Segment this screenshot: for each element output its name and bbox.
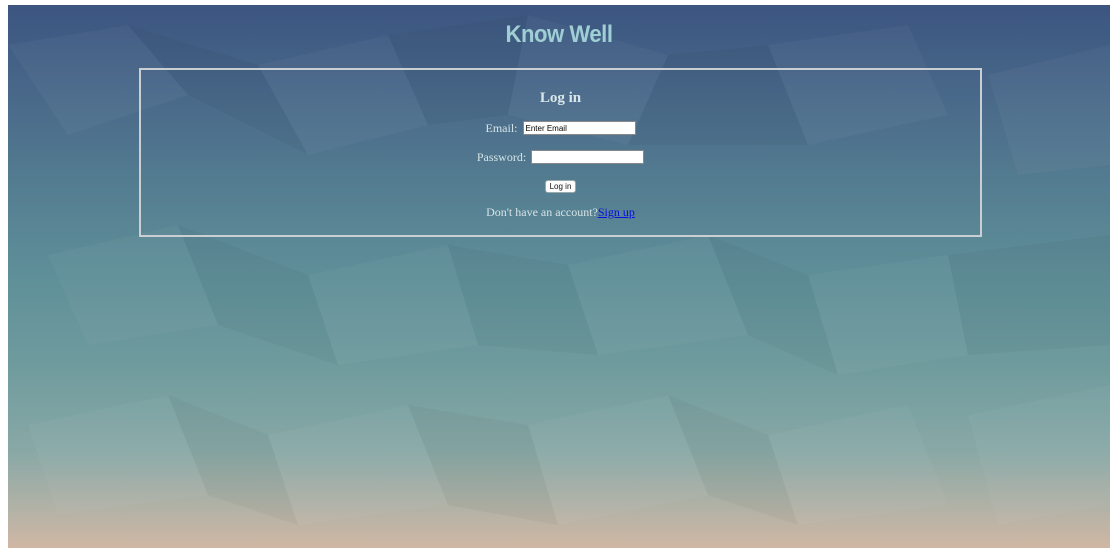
page-background: Know Well Log in Email: Password: Log in… [8, 5, 1110, 548]
password-row: Password: [141, 149, 980, 165]
password-label: Password: [476, 149, 527, 164]
login-panel: Log in Email: Password: Log in Don't hav… [139, 68, 982, 237]
login-button[interactable]: Log in [544, 180, 577, 193]
login-heading: Log in [539, 90, 582, 106]
submit-row: Log in [141, 178, 980, 193]
signup-prompt: Don't have an account? [486, 205, 598, 219]
email-label: Email: [485, 120, 518, 135]
email-row: Email: [141, 120, 980, 136]
signup-link[interactable]: Sign up [598, 205, 635, 219]
signup-row: Don't have an account?Sign up [141, 205, 980, 220]
password-field[interactable] [531, 150, 645, 165]
app-title: Know Well [505, 21, 613, 48]
email-field[interactable] [522, 121, 636, 136]
